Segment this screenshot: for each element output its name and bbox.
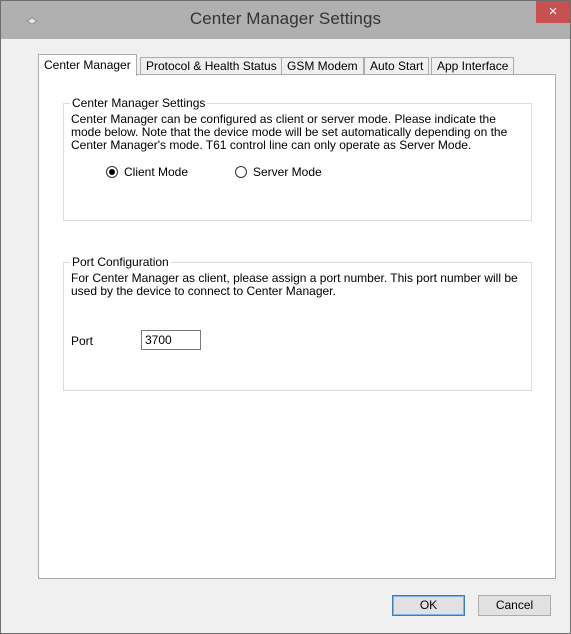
port-input[interactable] <box>141 330 201 350</box>
client-mode-radio-indicator <box>106 166 118 178</box>
settings-window: Center Manager Settings × Center Manager… <box>0 0 571 634</box>
title-bar[interactable]: Center Manager Settings × <box>1 1 570 39</box>
tab-center-manager[interactable]: Center Manager <box>38 54 137 76</box>
settings-description: Center Manager can be configured as clie… <box>71 112 508 152</box>
server-mode-radio-indicator <box>235 166 247 178</box>
tab-panel-center-manager: Center Manager Settings Center Manager c… <box>38 74 556 579</box>
cancel-button[interactable]: Cancel <box>478 595 551 616</box>
tab-gsm-modem[interactable]: GSM Modem <box>281 57 364 74</box>
settings-group-title: Center Manager Settings <box>70 96 208 110</box>
client-mode-radio[interactable]: Client Mode <box>106 165 188 179</box>
port-description: For Center Manager as client, please ass… <box>71 271 518 298</box>
close-button[interactable]: × <box>536 1 570 23</box>
port-configuration-group: Port Configuration For Center Manager as… <box>63 255 532 391</box>
window-title: Center Manager Settings <box>189 9 382 28</box>
server-mode-radio[interactable]: Server Mode <box>235 165 322 179</box>
tab-auto-start[interactable]: Auto Start <box>364 57 430 74</box>
client-mode-label: Client Mode <box>124 165 189 179</box>
port-group-title: Port Configuration <box>70 255 171 269</box>
dialog-body: Center Manager Protocol & Health Status … <box>9 39 562 625</box>
center-manager-settings-group: Center Manager Settings Center Manager c… <box>63 96 532 221</box>
tab-app-interface[interactable]: App Interface <box>431 57 515 74</box>
tab-protocol-health-status[interactable]: Protocol & Health Status <box>140 57 283 74</box>
ok-button[interactable]: OK <box>392 595 465 616</box>
port-label: Port <box>71 334 94 348</box>
server-mode-label: Server Mode <box>253 165 322 179</box>
